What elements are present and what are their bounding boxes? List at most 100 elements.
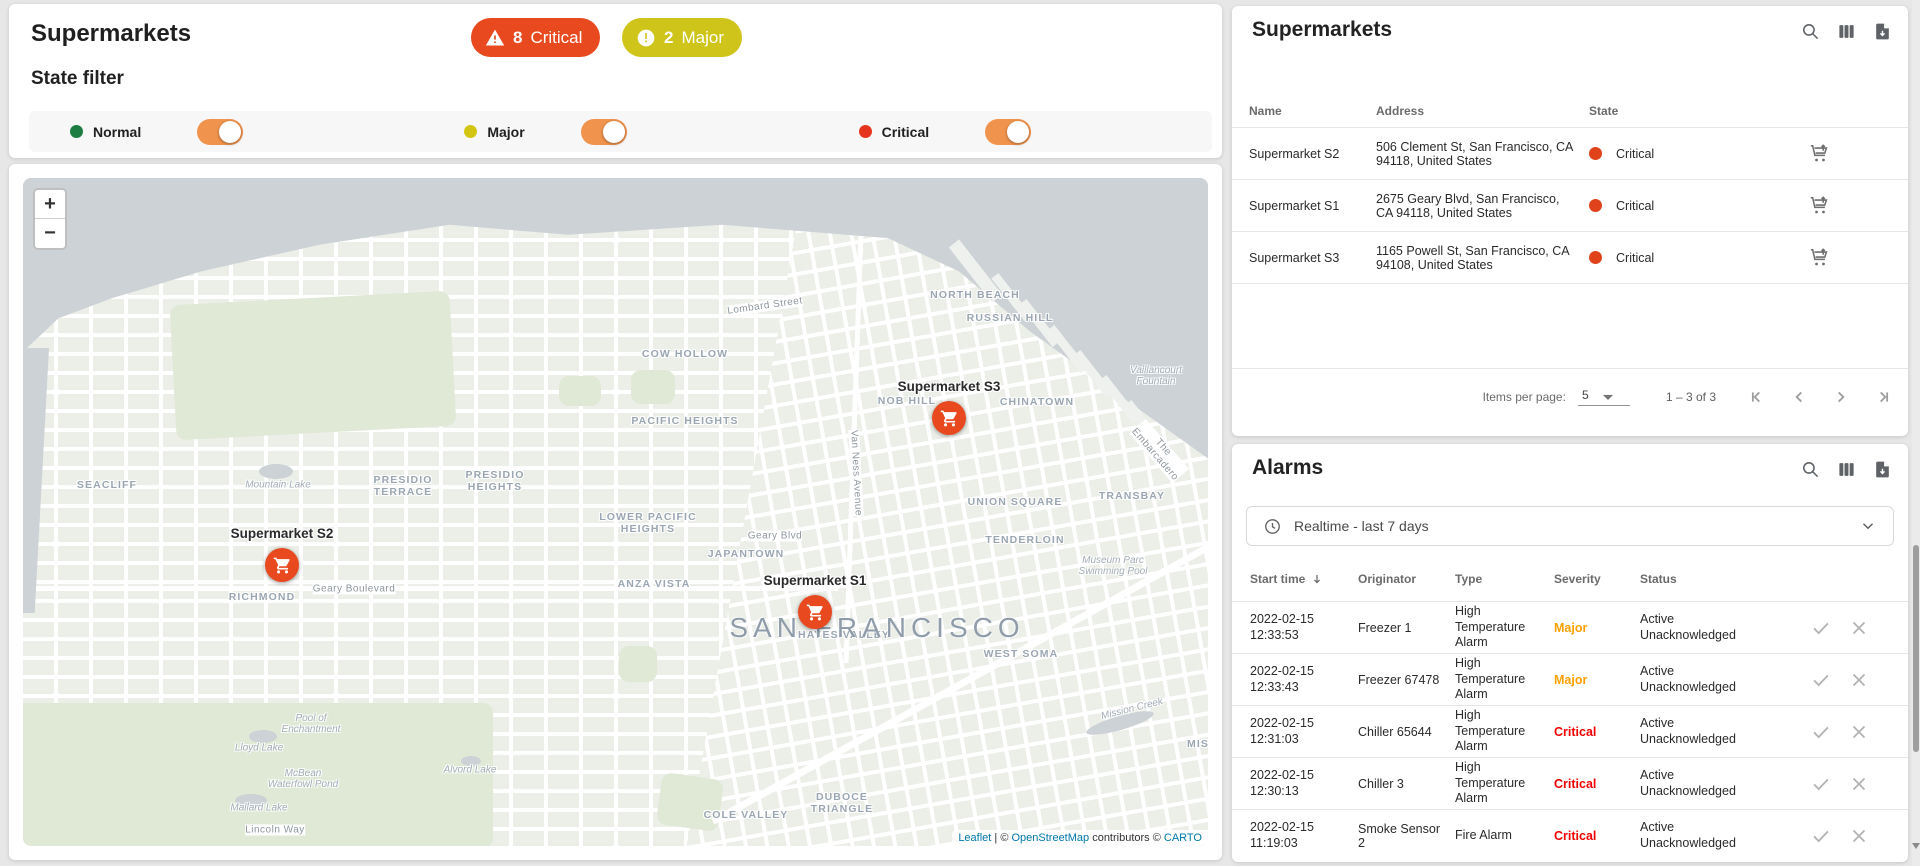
export-data-icon[interactable] xyxy=(1873,22,1892,41)
filter-label-normal: Normal xyxy=(93,124,141,140)
map-marker-supermarket-s3[interactable] xyxy=(932,401,966,435)
acknowledge-icon[interactable] xyxy=(1810,721,1832,743)
zoom-out-button[interactable]: − xyxy=(35,219,65,248)
state-filter-title: State filter xyxy=(31,68,124,90)
map-marker-supermarket-s2[interactable] xyxy=(265,548,299,582)
critical-label: Critical xyxy=(530,28,582,48)
alarm-row[interactable]: 2022-02-1511:19:03 Smoke Sensor 2 Fire A… xyxy=(1232,809,1908,861)
timewindow-label: Realtime - last 7 days xyxy=(1294,518,1847,534)
search-icon[interactable] xyxy=(1801,460,1820,479)
critical-count: 8 xyxy=(513,28,522,48)
previous-page-icon[interactable] xyxy=(1788,386,1810,408)
critical-count-badge[interactable]: 8 Critical xyxy=(471,18,600,57)
column-address[interactable]: Address xyxy=(1376,104,1589,118)
clear-alarm-icon[interactable] xyxy=(1848,721,1870,743)
alarms-table-card: Alarms Realtime - last 7 days Start time… xyxy=(1232,444,1908,862)
supermarket-row[interactable]: Supermarket S3 1165 Powell St, San Franc… xyxy=(1232,231,1908,283)
alarm-status-ack: Unacknowledged xyxy=(1640,628,1790,644)
acknowledge-icon[interactable] xyxy=(1810,825,1832,847)
map-park-lafayette xyxy=(631,370,675,404)
scrollbar-down-arrow-icon[interactable] xyxy=(1912,843,1920,849)
next-page-icon[interactable] xyxy=(1830,386,1852,408)
alarm-type: High Temperature Alarm xyxy=(1455,708,1554,755)
clear-alarm-icon[interactable] xyxy=(1848,617,1870,639)
items-per-page-label: Items per page: xyxy=(1483,390,1566,404)
supermarkets-table-header: Name Address State xyxy=(1232,94,1908,127)
normal-state-dot xyxy=(70,125,83,138)
cart-action-icon[interactable] xyxy=(1809,143,1831,165)
shopping-cart-icon xyxy=(273,556,292,575)
column-name[interactable]: Name xyxy=(1249,104,1376,118)
map-lake-lloyd xyxy=(249,730,277,743)
alarm-time: 12:33:43 xyxy=(1250,680,1358,696)
leaflet-map[interactable]: NORTH BEACHRUSSIAN HILLCOW HOLLOWPACIFIC… xyxy=(23,178,1208,846)
leaflet-link[interactable]: Leaflet xyxy=(958,832,991,844)
map-park-golden-gate xyxy=(23,703,493,846)
columns-icon[interactable] xyxy=(1837,22,1856,41)
column-severity[interactable]: Severity xyxy=(1554,572,1640,586)
alarm-severity: Critical xyxy=(1554,777,1640,791)
alarm-row[interactable]: 2022-02-1512:31:03 Chiller 65644 High Te… xyxy=(1232,705,1908,757)
filter-group-major: Major xyxy=(423,119,817,145)
alarm-originator: Chiller 3 xyxy=(1358,777,1455,791)
critical-filter-toggle[interactable] xyxy=(985,119,1031,145)
major-filter-toggle[interactable] xyxy=(581,119,627,145)
last-page-icon[interactable] xyxy=(1872,386,1894,408)
cart-action-icon[interactable] xyxy=(1809,195,1831,217)
paginator: Items per page: 5 1 – 3 of 3 xyxy=(1232,368,1908,424)
search-icon[interactable] xyxy=(1801,22,1820,41)
column-type[interactable]: Type xyxy=(1455,572,1554,586)
timewindow-selector[interactable]: Realtime - last 7 days xyxy=(1246,506,1894,546)
alarm-row[interactable]: 2022-02-1512:33:43 Freezer 67478 High Te… xyxy=(1232,653,1908,705)
select-caret-icon xyxy=(1603,395,1613,400)
alarm-row[interactable]: 2022-02-1512:33:53 Freezer 1 High Temper… xyxy=(1232,601,1908,653)
clear-alarm-icon[interactable] xyxy=(1848,825,1870,847)
supermarket-row[interactable]: Supermarket S2 506 Clement St, San Franc… xyxy=(1232,127,1908,179)
column-status[interactable]: Status xyxy=(1640,572,1790,586)
clear-alarm-icon[interactable] xyxy=(1848,669,1870,691)
page-scrollbar[interactable] xyxy=(1912,0,1920,866)
zoom-in-button[interactable]: + xyxy=(35,190,65,219)
alarm-status-active: Active xyxy=(1640,716,1790,732)
column-start-time[interactable]: Start time xyxy=(1250,572,1358,586)
acknowledge-icon[interactable] xyxy=(1810,669,1832,691)
acknowledge-icon[interactable] xyxy=(1810,773,1832,795)
supermarket-name: Supermarket S3 xyxy=(1249,251,1376,265)
carto-link[interactable]: CARTO xyxy=(1164,832,1202,844)
table-divider xyxy=(1232,283,1908,284)
column-originator[interactable]: Originator xyxy=(1358,572,1455,586)
cart-action-icon[interactable] xyxy=(1809,247,1831,269)
columns-icon[interactable] xyxy=(1837,460,1856,479)
supermarket-row[interactable]: Supermarket S1 2675 Geary Blvd, San Fran… xyxy=(1232,179,1908,231)
paginator-range: 1 – 3 of 3 xyxy=(1666,390,1716,404)
warning-triangle-icon xyxy=(485,28,505,48)
filter-label-major: Major xyxy=(487,124,524,140)
alarm-date: 2022-02-15 xyxy=(1250,612,1358,628)
supermarket-state: Critical xyxy=(1616,251,1654,265)
supermarket-address: 506 Clement St, San Francisco, CA 94118,… xyxy=(1376,140,1589,168)
alarm-time: 12:33:53 xyxy=(1250,628,1358,644)
export-data-icon[interactable] xyxy=(1873,460,1892,479)
alarm-row[interactable]: 2022-02-1512:30:13 Chiller 3 High Temper… xyxy=(1232,757,1908,809)
scrollbar-thumb[interactable] xyxy=(1913,545,1919,752)
openstreetmap-link[interactable]: OpenStreetMap xyxy=(1011,832,1089,844)
map-marker-supermarket-s1[interactable] xyxy=(798,595,832,629)
alarm-status-active: Active xyxy=(1640,768,1790,784)
shopping-cart-icon xyxy=(806,603,825,622)
clear-alarm-icon[interactable] xyxy=(1848,773,1870,795)
alarm-type: High Temperature Alarm xyxy=(1455,760,1554,807)
major-count-badge[interactable]: 2 Major xyxy=(622,18,742,57)
alarm-time: 12:31:03 xyxy=(1250,732,1358,748)
filter-label-critical: Critical xyxy=(882,124,929,140)
marker-label-s3: Supermarket S3 xyxy=(898,379,1001,394)
map-park-alamo-square xyxy=(619,646,657,682)
supermarket-address: 2675 Geary Blvd, San Francisco, CA 94118… xyxy=(1376,192,1589,220)
normal-filter-toggle[interactable] xyxy=(197,119,243,145)
first-page-icon[interactable] xyxy=(1746,386,1768,408)
acknowledge-icon[interactable] xyxy=(1810,617,1832,639)
chevron-down-icon xyxy=(1859,517,1877,535)
alarm-status-ack: Unacknowledged xyxy=(1640,732,1790,748)
column-state[interactable]: State xyxy=(1589,104,1789,118)
sort-descending-icon xyxy=(1310,572,1324,586)
items-per-page-select[interactable]: 5 xyxy=(1578,388,1630,406)
